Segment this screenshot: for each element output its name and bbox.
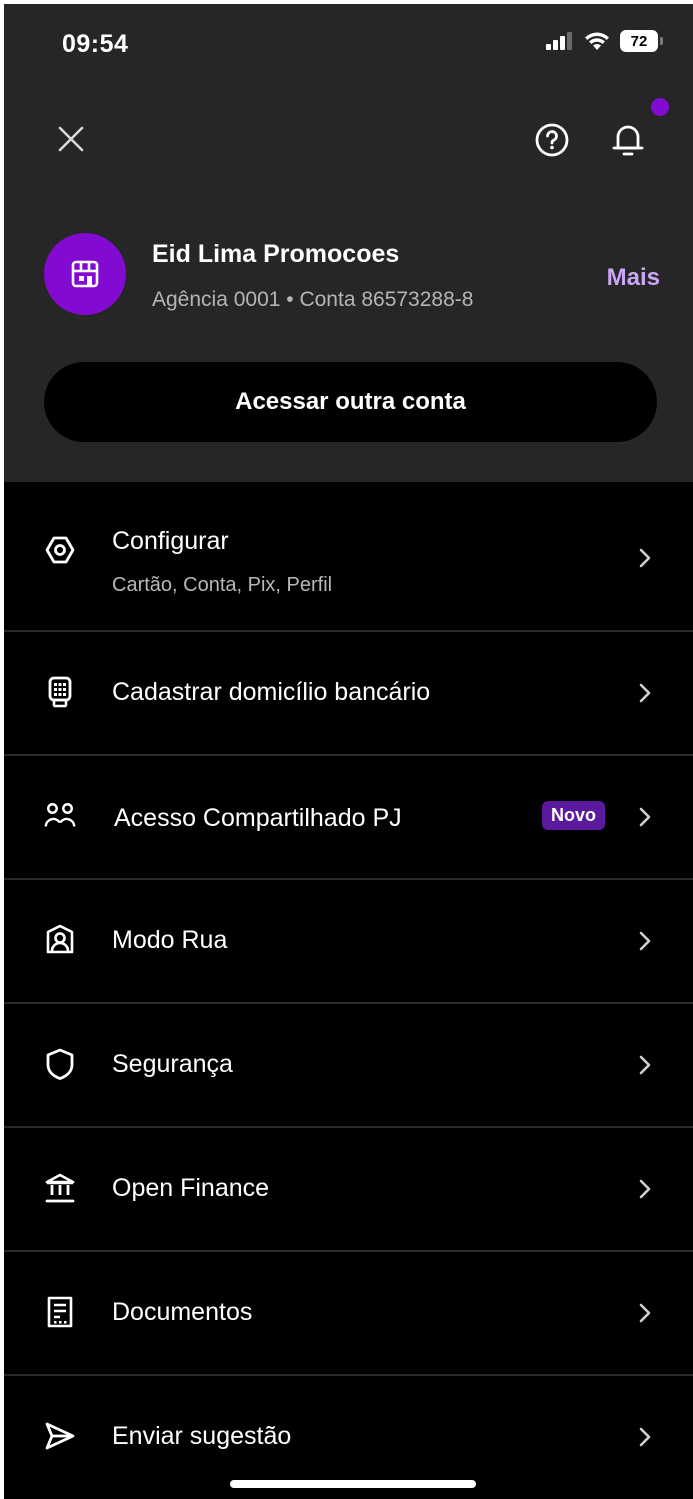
switch-account-button[interactable]: Acessar outra conta [44, 362, 657, 442]
document-icon [44, 1296, 76, 1328]
settings-hex-icon [44, 534, 76, 566]
chevron-right-icon [639, 683, 651, 703]
app-screen: 09:54 72 Eid Lima Promocoes Agência 0001… [4, 4, 693, 1499]
chevron-right-icon [639, 1303, 651, 1323]
settings-menu: Configurar Cartão, Conta, Pix, Perfil Ca… [4, 482, 693, 1499]
menu-item-label: Enviar sugestão [112, 1422, 292, 1450]
menu-item-sublabel: Cartão, Conta, Pix, Perfil [112, 574, 333, 596]
menu-item-domicilio-bancario[interactable]: Cadastrar domicílio bancário [4, 632, 693, 756]
notifications-button[interactable] [608, 118, 648, 162]
more-link[interactable]: Mais [607, 264, 660, 292]
shield-icon [44, 1048, 76, 1080]
home-indicator[interactable] [230, 1480, 476, 1488]
close-button[interactable] [54, 122, 88, 156]
portrait-icon [44, 924, 76, 956]
send-icon [44, 1420, 76, 1452]
account-header-panel: 09:54 72 Eid Lima Promocoes Agência 0001… [4, 4, 693, 482]
chevron-right-icon [639, 1179, 651, 1199]
pos-terminal-icon [44, 676, 76, 708]
menu-item-label: Configurar [112, 527, 229, 555]
menu-item-label: Modo Rua [112, 926, 228, 954]
menu-item-label: Documentos [112, 1298, 253, 1326]
chevron-right-icon [639, 807, 651, 827]
bank-icon [44, 1172, 76, 1204]
notification-dot [651, 98, 669, 116]
menu-item-documentos[interactable]: Documentos [4, 1252, 693, 1376]
menu-item-label: Cadastrar domicílio bancário [112, 678, 431, 706]
status-time: 09:54 [62, 30, 129, 58]
help-icon [535, 123, 569, 157]
help-button[interactable] [532, 120, 572, 160]
menu-item-label: Open Finance [112, 1174, 270, 1202]
menu-item-open-finance[interactable]: Open Finance [4, 1128, 693, 1252]
store-icon [71, 260, 99, 288]
chevron-right-icon [639, 548, 651, 568]
wifi-icon [585, 32, 609, 50]
menu-item-label: Acesso Compartilhado PJ [114, 804, 402, 832]
menu-item-seguranca[interactable]: Segurança [4, 1004, 693, 1128]
bell-icon [612, 125, 644, 156]
menu-item-acesso-compartilhado[interactable]: Acesso Compartilhado PJ Novo [4, 756, 693, 880]
status-icons: 72 [546, 30, 663, 52]
chevron-right-icon [639, 1055, 651, 1075]
menu-item-label: Segurança [112, 1050, 233, 1078]
avatar [44, 233, 126, 315]
people-icon [44, 800, 76, 832]
account-details: Agência 0001 • Conta 86573288-8 [152, 288, 474, 311]
chevron-right-icon [639, 931, 651, 951]
battery-icon: 72 [620, 30, 663, 52]
battery-level: 72 [620, 30, 658, 52]
new-badge: Novo [542, 801, 605, 830]
account-name: Eid Lima Promocoes [152, 240, 400, 268]
menu-item-configurar[interactable]: Configurar Cartão, Conta, Pix, Perfil [4, 482, 693, 632]
menu-item-modo-rua[interactable]: Modo Rua [4, 880, 693, 1004]
battery-tip [660, 37, 663, 45]
signal-icon [546, 32, 572, 50]
close-icon [58, 126, 84, 152]
chevron-right-icon [639, 1427, 651, 1447]
